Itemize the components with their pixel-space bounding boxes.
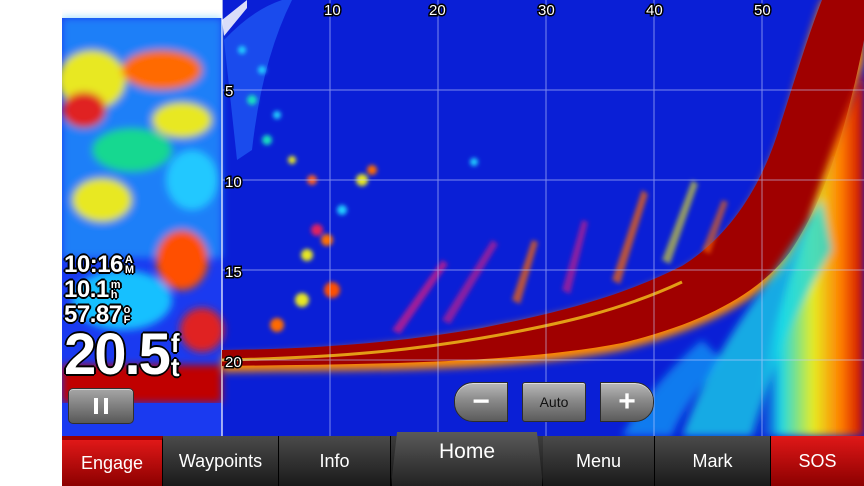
pause-icon-bar-left	[94, 398, 98, 414]
speed-readout: 10.1 m h	[64, 277, 224, 302]
pause-icon-bar-right	[104, 398, 108, 414]
speed-value: 10.1	[64, 276, 109, 303]
time-unit: A M	[124, 253, 135, 276]
mark-button[interactable]: Mark	[655, 436, 771, 486]
home-button[interactable]: Home	[391, 432, 543, 486]
menu-button[interactable]: Menu	[543, 436, 655, 486]
time-value: 10:16	[64, 251, 123, 278]
sos-button[interactable]: SOS	[771, 436, 864, 486]
temp-unit-top: o	[123, 303, 131, 316]
zoom-in-button[interactable]: +	[600, 382, 654, 422]
speed-unit: m h	[110, 278, 121, 301]
range-label-10: 10	[324, 2, 341, 19]
waypoints-button[interactable]: Waypoints	[163, 436, 279, 486]
info-button[interactable]: Info	[279, 436, 391, 486]
bottom-nav-bar: Engage Waypoints Info Menu Mark SOS Home	[62, 432, 864, 486]
time-readout: 10:16 A M	[64, 252, 224, 277]
zoom-auto-button[interactable]: Auto	[522, 382, 586, 422]
depth-readout: 20.5 f t	[64, 322, 224, 387]
depth-value: 20.5	[64, 322, 171, 387]
range-label-30: 30	[538, 2, 555, 19]
depth-label-10: 10	[225, 174, 242, 191]
depth-unit: f t	[170, 330, 180, 382]
depth-label-5: 5	[225, 83, 233, 100]
depth-label-20: 20	[225, 354, 242, 371]
range-label-20: 20	[429, 2, 446, 19]
time-unit-top: A	[124, 253, 133, 266]
zoom-out-button[interactable]: −	[454, 382, 508, 422]
speed-unit-bottom: h	[110, 288, 118, 301]
engage-button[interactable]: Engage	[62, 436, 163, 486]
range-label-50: 50	[754, 2, 771, 19]
speed-unit-top: m	[110, 278, 121, 291]
depth-label-15: 15	[225, 264, 242, 281]
pause-button[interactable]	[68, 388, 134, 424]
time-unit-bottom: M	[124, 263, 135, 276]
sonar-screen: 10 20 30 40 50 5 10 15 20 10:16 A M 10.1…	[62, 0, 864, 486]
range-label-40: 40	[646, 2, 663, 19]
depth-unit-bottom: t	[170, 352, 180, 382]
data-readouts: 10:16 A M 10.1 m h 57.87 o F 20.5 f t	[64, 252, 224, 387]
